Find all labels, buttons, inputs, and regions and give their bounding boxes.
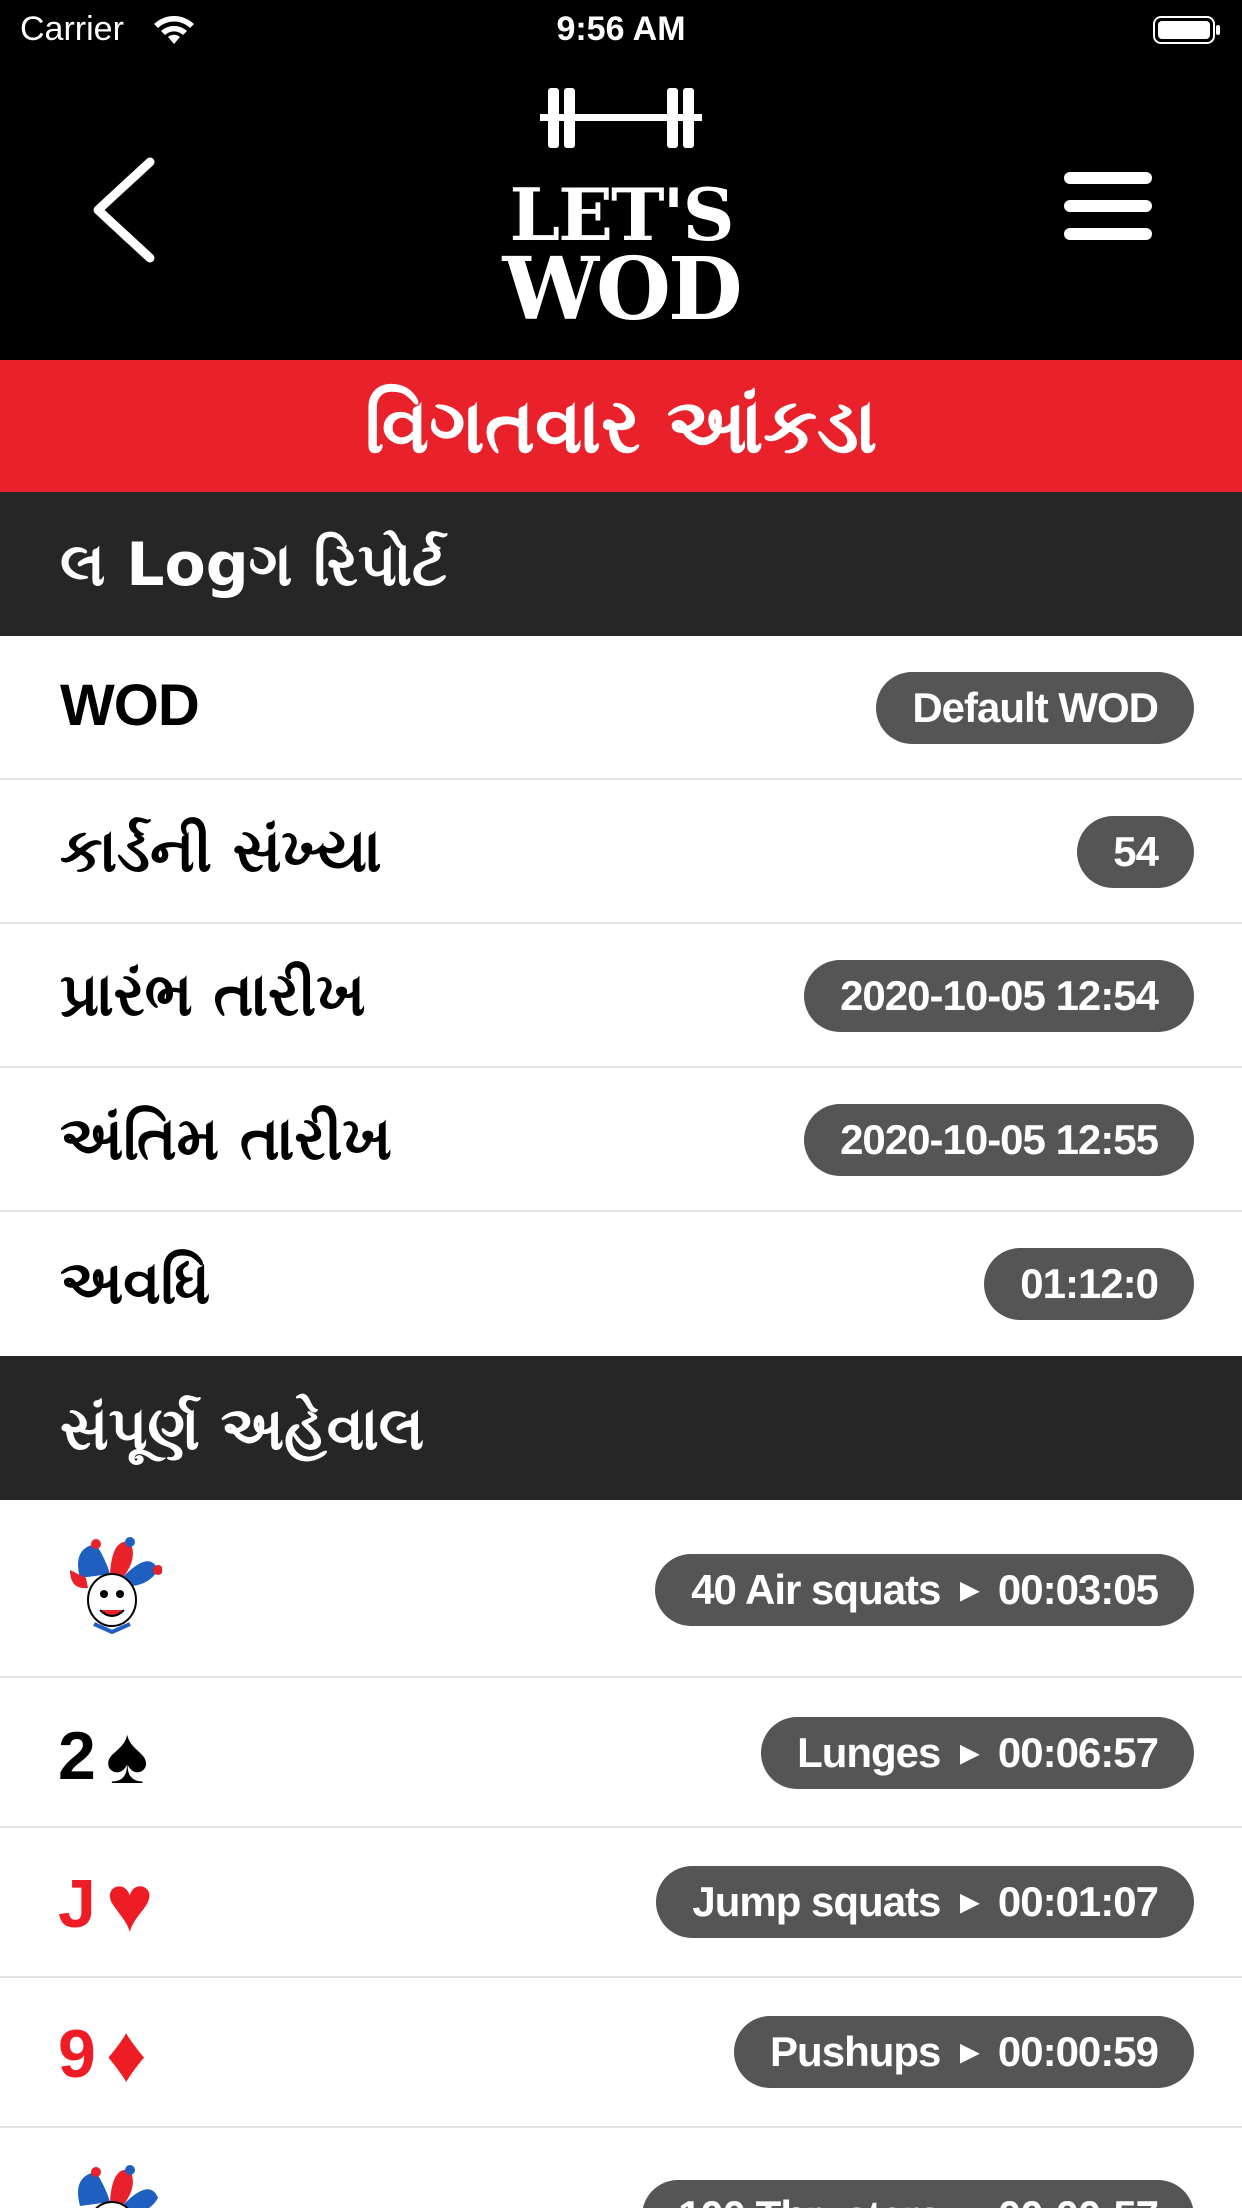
joker-card-icon [70, 1537, 162, 1634]
play-arrow-icon: ▶ [960, 1576, 978, 1604]
stat-row-wod: WOD Default WOD [0, 636, 1242, 780]
full-report-header: સંપૂર્ણ અહેવાલ [0, 1356, 1242, 1500]
exercise-name: Jump squats [692, 1878, 941, 1925]
exercise-name: Lunges [797, 1729, 941, 1776]
exercise-time: 00:06:57 [997, 1729, 1159, 1776]
diamond-icon: ♦ [105, 2009, 147, 2098]
exercise-name: Pushups [770, 2028, 941, 2075]
exercise-time-badge: 100 Thrusters ▶ 00:00:57 [641, 2180, 1194, 2208]
full-report-heading: સંપૂર્ણ અહેવાલ [60, 1394, 425, 1464]
card-rank: 2 [58, 1718, 96, 1794]
back-icon[interactable] [80, 150, 170, 270]
card-label: 2 ♠ [58, 1710, 148, 1802]
stat-label: અંતિમ તારીખ [60, 1104, 392, 1174]
stat-value-badge: 2020-10-05 12:54 [804, 960, 1194, 1032]
app-header: LET'S WOD [0, 62, 1242, 360]
log-report-heading: લ Logગ રિપોર્ટ [60, 530, 447, 600]
exercise-time: 00:00:57 [998, 2192, 1159, 2208]
barbell-icon [540, 88, 702, 148]
stat-row-end-date: અંતિમ તારીખ 2020-10-05 12:55 [0, 1068, 1242, 1212]
play-arrow-icon: ▶ [960, 1888, 978, 1916]
joker-card-icon [78, 2165, 158, 2208]
stat-value-badge: Default WOD [876, 672, 1194, 744]
stat-row-start-date: પ્રારંભ તારીખ 2020-10-05 12:54 [0, 924, 1242, 1068]
log-report-header: લ Logગ રિપોર્ટ [0, 492, 1242, 636]
report-row: 100 Thrusters ▶ 00:00:57 [0, 2128, 1242, 2208]
stat-label: WOD [60, 673, 200, 738]
stat-label: કાર્ડની સંખ્યા [60, 816, 382, 886]
play-arrow-icon: ▶ [960, 2038, 978, 2066]
report-row: 40 Air squats ▶ 00:03:05 [0, 1500, 1242, 1678]
play-arrow-icon: ▶ [960, 1739, 978, 1767]
card-rank: 9 [58, 2016, 96, 2092]
card-rank: J [58, 1866, 96, 1942]
page-title-bar: વિગતવાર આંકડા [0, 360, 1242, 492]
stat-value-badge: 2020-10-05 12:55 [804, 1104, 1194, 1176]
exercise-time-badge: Pushups ▶ 00:00:59 [734, 2016, 1194, 2088]
heart-icon: ♥ [105, 1859, 154, 1948]
page-title: વિગતવાર આંકડા [364, 380, 878, 470]
stat-value-badge: 54 [1077, 816, 1194, 888]
stat-value-badge: 01:12:0 [984, 1248, 1194, 1320]
play-arrow-icon: ▶ [960, 2202, 978, 2208]
report-row: 9 ♦ Pushups ▶ 00:00:59 [0, 1978, 1242, 2128]
exercise-time: 00:03:05 [997, 1566, 1159, 1613]
exercise-time-badge: Lunges ▶ 00:06:57 [761, 1717, 1194, 1789]
spade-icon: ♠ [105, 1711, 149, 1800]
exercise-time: 00:01:07 [997, 1878, 1159, 1925]
status-bar: Carrier 9:56 AM [0, 0, 1242, 62]
app-logo: LET'S WOD [480, 82, 762, 342]
stat-row-card-count: કાર્ડની સંખ્યા 54 [0, 780, 1242, 924]
logo-text-wod: WOD [502, 239, 742, 340]
menu-icon[interactable] [1064, 172, 1164, 252]
exercise-time-badge: Jump squats ▶ 00:01:07 [656, 1866, 1194, 1938]
exercise-time: 00:00:59 [997, 2028, 1159, 2075]
report-row: 2 ♠ Lunges ▶ 00:06:57 [0, 1678, 1242, 1828]
stat-label: અવધિ [60, 1248, 211, 1318]
report-row: J ♥ Jump squats ▶ 00:01:07 [0, 1828, 1242, 1978]
exercise-name: 100 Thrusters [678, 2192, 941, 2208]
exercise-time-badge: 40 Air squats ▶ 00:03:05 [655, 1554, 1194, 1626]
card-label: 9 ♦ [58, 2008, 147, 2100]
stat-row-duration: અવધિ 01:12:0 [0, 1212, 1242, 1356]
clock: 9:56 AM [556, 10, 686, 48]
card-label: J ♥ [58, 1858, 153, 1950]
battery-icon [1153, 16, 1220, 44]
stat-label: પ્રારંભ તારીખ [60, 960, 366, 1030]
exercise-name: 40 Air squats [691, 1566, 941, 1613]
